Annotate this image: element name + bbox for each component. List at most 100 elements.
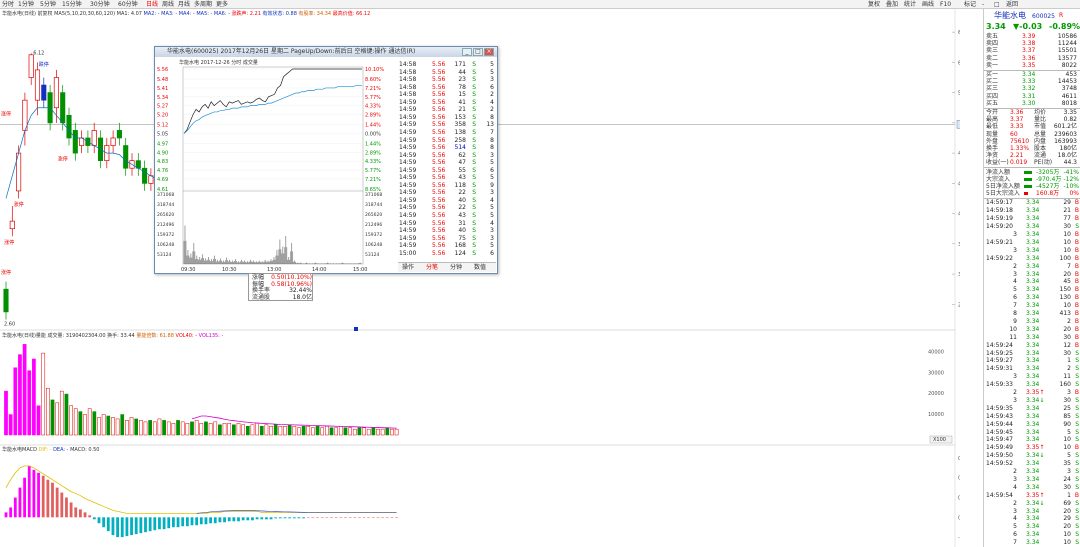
trade-row[interactable]: 14:59 5.56 514 S 8 (398, 144, 496, 152)
popup-tab-1[interactable]: 分笔 (426, 264, 438, 272)
tick-row[interactable]: 14:59:47 3.34 10 S (984, 436, 1080, 444)
tick-row[interactable]: 14:59:20 3.34 30 S (984, 223, 1080, 231)
trade-row[interactable]: 14:59 5.56 55 S 6 (398, 167, 496, 175)
toolbar-item-2[interactable]: 统计 (904, 1, 916, 8)
tick-row[interactable]: 14:59:43 3.34 85 S (984, 413, 1080, 421)
tick-row[interactable]: 2 3.35↑ 3 B (984, 389, 1080, 397)
trade-row[interactable]: 14:58 5.56 78 S 6 (398, 84, 496, 92)
tick-row[interactable]: 7 3.34 10 S (984, 539, 1080, 547)
tick-row[interactable]: 9 3.34 2 B (984, 318, 1080, 326)
trade-row[interactable]: 14:59 5.56 22 S 5 (398, 204, 496, 212)
tick-row[interactable]: 14:59:54 3.35↑ 1 B (984, 492, 1080, 500)
tick-row[interactable]: 14:59:31 3.34 2 S (984, 365, 1080, 373)
intraday-chart[interactable]: 华能水电 2017-12-26 分时 成交量 5.56 10.10% 5.48 8.6… (155, 58, 398, 273)
toolbar-item-1[interactable]: 叠加 (886, 1, 898, 8)
tick-row[interactable]: 14:59:35 3.34 25 S (984, 405, 1080, 413)
toolbar-item-5[interactable]: 标记 (964, 1, 976, 8)
trade-row[interactable]: 14:58 5.56 171 S 5 (398, 61, 496, 69)
trade-row[interactable]: 14:59 5.56 168 S 5 (398, 242, 496, 250)
trade-row[interactable]: 14:59 5.56 118 S 9 (398, 182, 496, 190)
tick-row[interactable]: 4 3.34 45 B (984, 278, 1080, 286)
period-tab-8[interactable]: 月线 (178, 1, 190, 8)
trade-row[interactable]: 14:58 5.56 44 S 5 (398, 69, 496, 77)
trade-row[interactable]: 14:59 5.56 21 S 2 (398, 106, 496, 114)
tick-row[interactable]: 2 3.34 7 B (984, 263, 1080, 271)
trade-row[interactable]: 14:59 5.56 40 S 4 (398, 197, 496, 205)
trade-row[interactable]: 14:59 5.56 22 S 3 (398, 189, 496, 197)
toolbar-item-8[interactable]: 返回 (1006, 1, 1018, 8)
trade-row[interactable]: 14:59 5.56 43 S 5 (398, 212, 496, 220)
minimize-icon[interactable]: _ (462, 48, 472, 56)
trade-row[interactable]: 15:00 5.56 124 S 6 (398, 250, 496, 258)
trade-row[interactable]: 14:59 5.56 41 S 4 (398, 99, 496, 107)
tick-row[interactable]: 3 3.34 10 B (984, 231, 1080, 239)
tick-row[interactable]: 7 3.34 10 B (984, 302, 1080, 310)
tick-row[interactable]: 14:59:24 3.34 12 B (984, 342, 1080, 350)
trade-row[interactable]: 14:59 5.56 358 S 13 (398, 121, 496, 129)
period-tab-4[interactable]: 30分钟 (90, 1, 110, 8)
period-tab-3[interactable]: 15分钟 (62, 1, 82, 8)
toolbar-item-4[interactable]: F10 (940, 1, 951, 8)
tick-row[interactable]: 5 3.34 150 B (984, 286, 1080, 294)
period-tab-1[interactable]: 1分钟 (18, 1, 34, 8)
tick-row[interactable]: 5 3.34 20 S (984, 523, 1080, 531)
period-tab-6[interactable]: 日线 (146, 1, 158, 8)
tick-row[interactable]: 14:59:45 3.34 5 S (984, 429, 1080, 437)
tick-row[interactable]: 3 3.34↓ 30 S (984, 397, 1080, 405)
period-tab-0[interactable]: 分时 (2, 1, 14, 8)
tick-row[interactable]: 14:59:19 3.34 77 B (984, 215, 1080, 223)
trade-row[interactable]: 14:59 5.56 47 S 5 (398, 159, 496, 167)
tick-row[interactable]: 3 3.34 20 S (984, 508, 1080, 516)
tick-row[interactable]: 6 3.34 130 B (984, 294, 1080, 302)
tick-row[interactable]: 14:59:27 3.34 1 S (984, 357, 1080, 365)
tick-row[interactable]: 2 3.34↓ 69 S (984, 500, 1080, 508)
toolbar-item-6[interactable]: - (982, 1, 984, 8)
intraday-popup-window[interactable]: 华能水电(600025) 2017年12月26日 星期二 PageUp/Down… (154, 46, 498, 274)
tick-row[interactable]: 3 3.34 20 B (984, 271, 1080, 279)
trade-row[interactable]: 14:58 5.56 15 S 2 (398, 91, 496, 99)
tick-row[interactable]: 4 3.34 29 S (984, 515, 1080, 523)
tick-row[interactable]: 14:59:44 3.34 90 S (984, 421, 1080, 429)
trade-row[interactable]: 14:59 5.56 153 S 8 (398, 114, 496, 122)
tick-row[interactable]: 14:59:50 3.34↓ 5 S (984, 452, 1080, 460)
trade-row[interactable]: 14:59 5.56 40 S 3 (398, 227, 496, 235)
toolbar-item-3[interactable]: 画线 (922, 1, 934, 8)
trade-row[interactable]: 14:59 5.56 31 S 4 (398, 220, 496, 228)
trade-row[interactable]: 14:59 5.56 75 S 3 (398, 235, 496, 243)
tick-row[interactable]: 2 3.34 3 S (984, 468, 1080, 476)
trade-row[interactable]: 14:59 5.56 138 S 7 (398, 129, 496, 137)
trade-row[interactable]: 14:59 5.56 62 S 3 (398, 152, 496, 160)
popup-tab-2[interactable]: 分钟 (450, 264, 462, 272)
tick-row[interactable]: 3 3.34 11 S (984, 373, 1080, 381)
tick-row[interactable]: 3 3.34 24 S (984, 476, 1080, 484)
trade-row[interactable]: 14:58 5.56 23 S 3 (398, 76, 496, 84)
tick-row[interactable]: 14:59:21 3.34 10 B (984, 239, 1080, 247)
toolbar-item-7[interactable]: □ (994, 1, 1000, 8)
tick-row[interactable]: 6 3.34 10 S (984, 531, 1080, 539)
period-tab-5[interactable]: 60分钟 (118, 1, 138, 8)
trade-list[interactable]: 14:58 5.56 171 S 5 14:58 5.56 44 S 5 14:58 5.56 23 S 3… (398, 60, 496, 261)
tick-row[interactable]: 3 3.34 10 B (984, 247, 1080, 255)
tick-row[interactable]: 14:59:33 3.34 160 S (984, 381, 1080, 389)
toolbar-item-0[interactable]: 复权 (868, 1, 880, 8)
tick-row[interactable]: 4 3.34 30 S (984, 484, 1080, 492)
tick-row[interactable]: 11 3.34 30 B (984, 334, 1080, 342)
popup-tab-3[interactable]: 数值 (474, 264, 486, 272)
tick-row[interactable]: 14:59:49 3.35↑ 10 B (984, 444, 1080, 452)
tick-row[interactable]: 14:59:18 3.34 21 B (984, 207, 1080, 215)
period-tab-2[interactable]: 5分钟 (40, 1, 56, 8)
tick-row[interactable]: 14:59:17 3.34 29 B (984, 199, 1080, 207)
tick-row[interactable]: 8 3.34 413 B (984, 310, 1080, 318)
tick-row[interactable]: 14:59:25 3.34 30 S (984, 350, 1080, 358)
period-tab-9[interactable]: 多周期 (194, 1, 212, 8)
tick-row[interactable]: 14:59:22 3.34 100 B (984, 255, 1080, 263)
trade-row[interactable]: 14:59 5.56 43 S 5 (398, 174, 496, 182)
popup-title-bar[interactable]: 华能水电(600025) 2017年12月26日 星期二 PageUp/Down… (155, 47, 497, 57)
tick-row[interactable]: 10 3.34 20 B (984, 326, 1080, 334)
tick-row[interactable]: 14:59:52 3.34 35 S (984, 460, 1080, 468)
trade-row[interactable]: 14:59 5.56 258 S 8 (398, 137, 496, 145)
period-tab-7[interactable]: 周线 (162, 1, 174, 8)
period-tab-10[interactable]: 更多 (216, 1, 228, 8)
close-icon[interactable]: × (484, 48, 494, 56)
popup-tab-0[interactable]: 操作 (402, 264, 414, 272)
